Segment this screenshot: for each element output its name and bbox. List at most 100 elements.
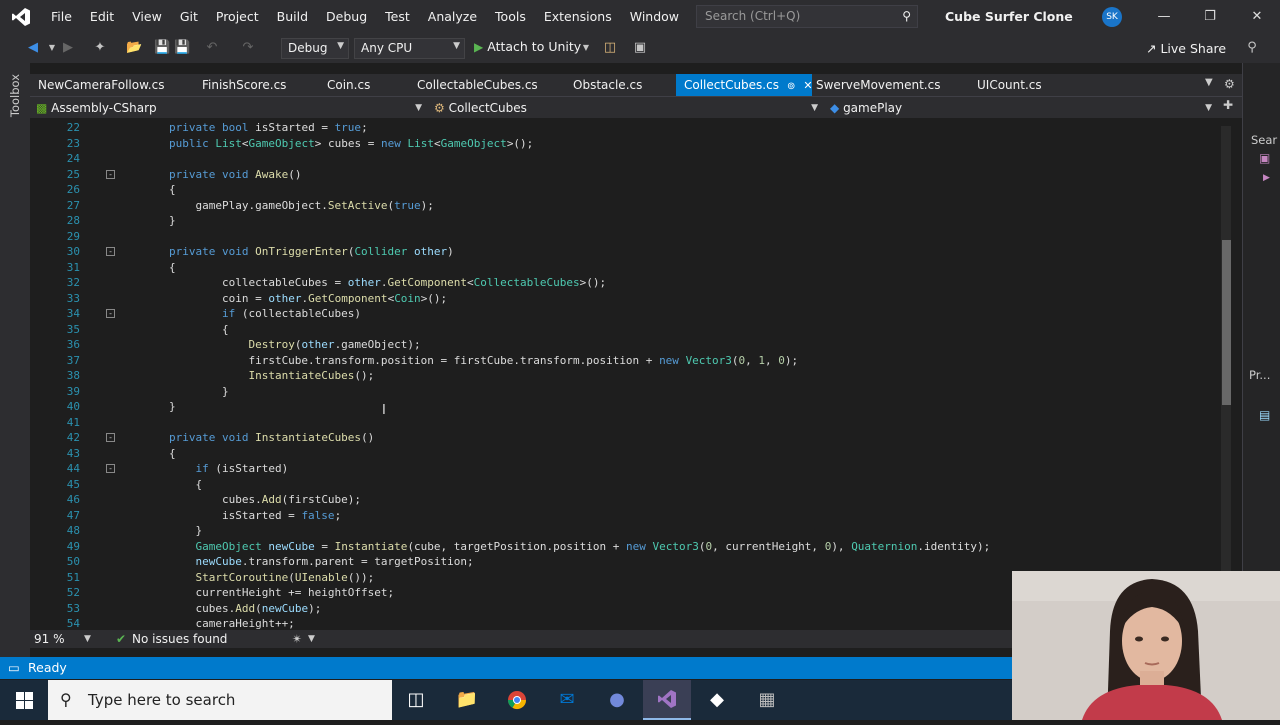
menu-git[interactable]: Git	[171, 0, 207, 34]
code-line[interactable]: 48 }	[30, 523, 1217, 539]
menu-edit[interactable]: Edit	[81, 0, 123, 34]
minimize-icon[interactable]: —	[1141, 0, 1187, 34]
code-cleanup-icon[interactable]: ✴	[292, 630, 302, 648]
menu-project[interactable]: Project	[207, 0, 268, 34]
member-dropdown[interactable]: ◆ gamePlay ▼	[824, 98, 1216, 118]
code-line[interactable]: 36 Destroy(other.gameObject);	[30, 337, 1217, 353]
issues-status[interactable]: No issues found	[132, 630, 227, 648]
collapse-icon[interactable]: -	[106, 464, 115, 473]
find-in-files-icon[interactable]: ◫	[602, 40, 618, 56]
tab-obstacle[interactable]: Obstacle.cs	[565, 74, 676, 96]
live-share-button[interactable]: ↗ Live Share	[1146, 41, 1226, 56]
properties-icon[interactable]: ▤	[1259, 408, 1270, 422]
visual-studio-taskbar-icon[interactable]	[643, 680, 691, 720]
split-editor-icon[interactable]: ✚	[1223, 98, 1233, 112]
code-line[interactable]: 38 InstantiateCubes();	[30, 368, 1217, 384]
menu-file[interactable]: File	[42, 0, 81, 34]
code-line[interactable]: 31 {	[30, 260, 1217, 276]
attach-to-unity-button[interactable]: ▶ Attach to Unity	[474, 39, 581, 54]
code-line[interactable]: 40 }	[30, 399, 1217, 415]
project-dropdown[interactable]: ▩ Assembly-CSharp ▼	[30, 98, 426, 118]
pin-icon[interactable]: ⊚	[787, 81, 795, 92]
open-folder-icon[interactable]: 📂	[126, 40, 142, 56]
avatar[interactable]: SK	[1102, 7, 1122, 27]
code-line[interactable]: 34 - if (collectableCubes)	[30, 306, 1217, 322]
feedback-icon[interactable]: ⚲	[1244, 40, 1260, 56]
search-input[interactable]: Search (Ctrl+Q) ⚲	[696, 5, 918, 28]
zoom-level[interactable]: 91 %	[34, 630, 65, 648]
gear-icon[interactable]: ⚙	[1224, 77, 1235, 91]
close-icon[interactable]: ✕	[1234, 0, 1280, 34]
back-icon[interactable]: ◀	[25, 40, 41, 56]
tab-collectcubes[interactable]: CollectCubes.cs ⊚ ✕	[676, 74, 813, 96]
code-line[interactable]: 24	[30, 151, 1217, 167]
code-line[interactable]: 28 }	[30, 213, 1217, 229]
layout-icon[interactable]: ▣	[632, 40, 648, 56]
search-panel-label[interactable]: Sear	[1251, 133, 1277, 147]
menu-test[interactable]: Test	[376, 0, 419, 34]
restore-icon[interactable]: ❐	[1187, 0, 1233, 34]
properties-panel-label[interactable]: Pr...	[1249, 368, 1270, 382]
tab-swervemovement[interactable]: SwerveMovement.cs	[808, 74, 969, 96]
menu-debug[interactable]: Debug	[317, 0, 376, 34]
code-line[interactable]: 46 cubes.Add(firstCube);	[30, 492, 1217, 508]
code-editor[interactable]: 22 private bool isStarted = true; 23 publ…	[30, 118, 1217, 630]
code-line[interactable]: 39 }	[30, 384, 1217, 400]
forward-icon[interactable]: ▶	[60, 40, 76, 56]
visual-studio-logo-icon[interactable]	[0, 0, 42, 34]
solution-explorer-icon[interactable]: ▣	[1259, 151, 1270, 165]
tab-finishscore[interactable]: FinishScore.cs	[194, 74, 319, 96]
menu-view[interactable]: View	[123, 0, 171, 34]
collapse-icon[interactable]: -	[106, 433, 115, 442]
code-line[interactable]: 49 GameObject newCube = Instantiate(cube…	[30, 539, 1217, 555]
code-line[interactable]: 29	[30, 229, 1217, 245]
redo-icon[interactable]: ↷	[240, 40, 256, 56]
cleanup-dropdown-icon[interactable]: ▼	[308, 630, 315, 648]
menu-analyze[interactable]: Analyze	[419, 0, 486, 34]
code-line[interactable]: 22 private bool isStarted = true;	[30, 120, 1217, 136]
platform-dropdown[interactable]: Any CPU ▼	[354, 38, 465, 59]
code-line[interactable]: 42 - private void InstantiateCubes()	[30, 430, 1217, 446]
tab-uicount[interactable]: UICount.cs	[969, 74, 1069, 96]
collapse-icon[interactable]: -	[106, 169, 115, 179]
unity-icon[interactable]: ◆	[693, 680, 741, 720]
expand-icon[interactable]: ▶	[1263, 173, 1270, 183]
code-line[interactable]: 33 coin = other.GetComponent<Coin>();	[30, 291, 1217, 307]
code-line[interactable]: 32 collectableCubes = other.GetComponent…	[30, 275, 1217, 291]
code-line[interactable]: 43 {	[30, 446, 1217, 462]
tab-newcamerafollow[interactable]: NewCameraFollow.cs	[30, 74, 194, 96]
code-line[interactable]: 26 {	[30, 182, 1217, 198]
menu-window[interactable]: Window	[621, 0, 688, 34]
chrome-icon[interactable]	[493, 680, 541, 720]
code-line[interactable]: 50 newCube.transform.parent = targetPosi…	[30, 554, 1217, 570]
zoom-dropdown-icon[interactable]: ▼	[84, 630, 91, 648]
code-line[interactable]: 27 gamePlay.gameObject.SetActive(true);	[30, 198, 1217, 214]
code-line[interactable]: 44 - if (isStarted)	[30, 461, 1217, 477]
menu-build[interactable]: Build	[268, 0, 317, 34]
menu-tools[interactable]: Tools	[486, 0, 535, 34]
collapse-icon[interactable]: -	[106, 247, 115, 256]
toolbox-tab[interactable]: Toolbox	[8, 74, 22, 117]
save-all-icon[interactable]: 💾	[174, 40, 190, 56]
tab-collectablecubes[interactable]: CollectableCubes.cs	[409, 74, 565, 96]
code-line[interactable]: 45 {	[30, 477, 1217, 493]
code-line[interactable]: 37 firstCube.transform.position = firstC…	[30, 353, 1217, 369]
scrollbar-thumb[interactable]	[1222, 240, 1231, 405]
file-explorer-icon[interactable]: 📁	[443, 680, 491, 720]
mail-icon[interactable]: ✉	[543, 680, 591, 720]
taskbar-search-input[interactable]: ⚲ Type here to search	[48, 680, 392, 720]
menu-extensions[interactable]: Extensions	[535, 0, 621, 34]
attach-dropdown-icon[interactable]: ▼	[578, 40, 594, 56]
tab-coin[interactable]: Coin.cs	[319, 74, 409, 96]
code-line[interactable]: 23 public List<GameObject> cubes = new L…	[30, 136, 1217, 152]
app-icon[interactable]: ▦	[743, 680, 791, 720]
tab-list-dropdown-icon[interactable]: ▼	[1205, 77, 1213, 88]
code-line[interactable]: 35 {	[30, 322, 1217, 338]
save-icon[interactable]: 💾	[154, 40, 170, 56]
undo-icon[interactable]: ↶	[204, 40, 220, 56]
task-view-icon[interactable]: ◫	[392, 680, 440, 720]
windows-start-icon[interactable]	[0, 680, 48, 720]
code-line[interactable]: 30 - private void OnTriggerEnter(Collider…	[30, 244, 1217, 260]
code-line[interactable]: 47 isStarted = false;	[30, 508, 1217, 524]
code-line[interactable]: 25 - private void Awake()	[30, 167, 1217, 183]
